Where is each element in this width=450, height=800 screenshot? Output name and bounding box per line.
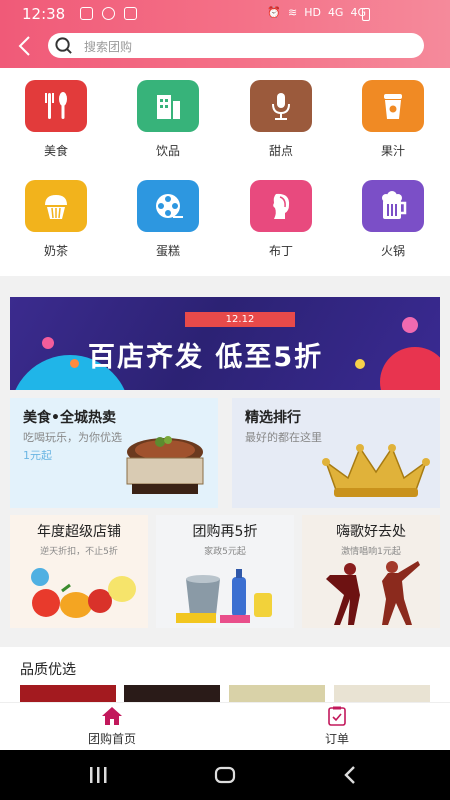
app-notification-icon: [124, 7, 137, 20]
promo-card-ranking[interactable]: 精选排行 最好的都在这里: [232, 398, 440, 508]
tab-orders[interactable]: 订单: [297, 706, 377, 747]
card-title: 嗨歌好去处: [336, 524, 406, 540]
cupcake-icon: [25, 180, 87, 232]
microphone-icon: [250, 80, 312, 132]
category-label: 果汁: [380, 144, 405, 158]
network-label: HD: [304, 6, 321, 19]
promo-card-hot-food[interactable]: 美食•全城热卖 吃喝玩乐，为你优选 1元起: [10, 398, 218, 508]
card-price: 1元起: [23, 449, 52, 462]
card-subtitle: 最好的都在这里: [245, 431, 322, 444]
cleaning-supplies-image: [176, 569, 272, 623]
tab-label: 订单: [324, 732, 349, 746]
status-time: 12:38: [22, 5, 66, 23]
cup-icon: [362, 80, 424, 132]
bbq-grill-image: [126, 436, 204, 494]
category-label: 奶茶: [43, 244, 68, 258]
category-tiandian[interactable]: 甜点: [241, 80, 321, 159]
home-nav-icon[interactable]: [213, 763, 237, 787]
category-label: 美食: [43, 144, 68, 158]
image-notification-icon: [80, 7, 93, 20]
category-meishi[interactable]: 美食: [16, 80, 96, 159]
order-icon: [328, 706, 346, 726]
quality-picks-section: 品质优选: [0, 647, 450, 702]
recent-apps-icon[interactable]: [88, 763, 108, 787]
category-label: 布丁: [268, 244, 293, 258]
category-yinpin[interactable]: 饮品: [128, 80, 208, 159]
promo-card-half-price[interactable]: 团购再5折 家政5元起: [156, 515, 294, 628]
card-subtitle: 逆天折扣，不止5折: [40, 547, 118, 557]
chevron-left-icon: [18, 36, 30, 56]
film-reel-icon: [137, 180, 199, 232]
singers-silhouette-image: [326, 561, 420, 625]
category-label: 火锅: [380, 244, 405, 258]
signal-1-label: 4G: [327, 6, 344, 19]
banner-title: 百店齐发 低至5折: [88, 342, 324, 373]
bottom-tab-bar: 团购首页 订单: [0, 702, 450, 750]
tab-home[interactable]: 团购首页: [72, 706, 152, 747]
banner-circle-decoration: [380, 347, 440, 390]
card-subtitle: 家政5元起: [204, 547, 246, 557]
section-title: 品质优选: [20, 662, 76, 678]
quality-thumbnail[interactable]: [20, 685, 116, 702]
crown-image: [322, 444, 430, 497]
header: 12:38 ⏰ ≋ HD 4G 4G 搜索团购: [0, 0, 450, 68]
wifi-icon: ≋: [287, 6, 298, 19]
category-label: 饮品: [155, 144, 180, 158]
banner-date-tag: 12.12: [185, 312, 295, 327]
back-nav-icon[interactable]: [340, 763, 360, 787]
category-naicha[interactable]: 奶茶: [16, 180, 96, 259]
home-icon: [102, 707, 122, 725]
promo-card-top-stores[interactable]: 年度超级店铺 逆天折扣，不止5折: [10, 515, 148, 628]
quality-thumbnail[interactable]: [229, 685, 325, 702]
card-title: 年度超级店铺: [37, 524, 121, 540]
promo-banner[interactable]: 12.12 百店齐发 低至5折: [10, 297, 440, 390]
category-label: 甜点: [268, 144, 293, 158]
card-title: 精选排行: [245, 410, 301, 426]
card-subtitle: 激情唱响1元起: [341, 547, 401, 557]
cutlery-icon: [25, 80, 87, 132]
promo-card-karaoke[interactable]: 嗨歌好去处 激情唱响1元起: [302, 515, 440, 628]
category-huoguo[interactable]: 火锅: [353, 180, 433, 259]
category-guozhi[interactable]: 果汁: [353, 80, 433, 159]
tab-label: 团购首页: [87, 732, 136, 746]
account-notification-icon: [102, 7, 115, 20]
back-button[interactable]: [14, 34, 36, 58]
category-dangao[interactable]: 蛋糕: [128, 180, 208, 259]
face-profile-icon: [250, 180, 312, 232]
quality-thumbnail[interactable]: [334, 685, 430, 702]
category-grid: 美食 饮品 甜点 果汁 奶茶 蛋糕 布丁 火锅: [0, 68, 450, 276]
building-icon: [137, 80, 199, 132]
category-buding[interactable]: 布丁: [241, 180, 321, 259]
search-placeholder: 搜索团购: [84, 40, 133, 54]
beer-mug-icon: [362, 180, 424, 232]
alarm-icon: ⏰: [267, 6, 281, 19]
search-icon: [55, 37, 72, 54]
quality-thumbnail[interactable]: [124, 685, 220, 702]
card-subtitle: 吃喝玩乐，为你优选: [23, 431, 122, 444]
card-title: 团购再5折: [192, 524, 258, 540]
card-title: 美食•全城热卖: [23, 410, 116, 426]
category-label: 蛋糕: [155, 244, 180, 258]
status-bar: 12:38 ⏰ ≋ HD 4G 4G: [0, 0, 450, 26]
fruit-image: [31, 568, 136, 618]
search-input[interactable]: 搜索团购: [48, 33, 424, 58]
system-nav-bar: [0, 750, 450, 800]
battery-icon: [362, 8, 370, 21]
